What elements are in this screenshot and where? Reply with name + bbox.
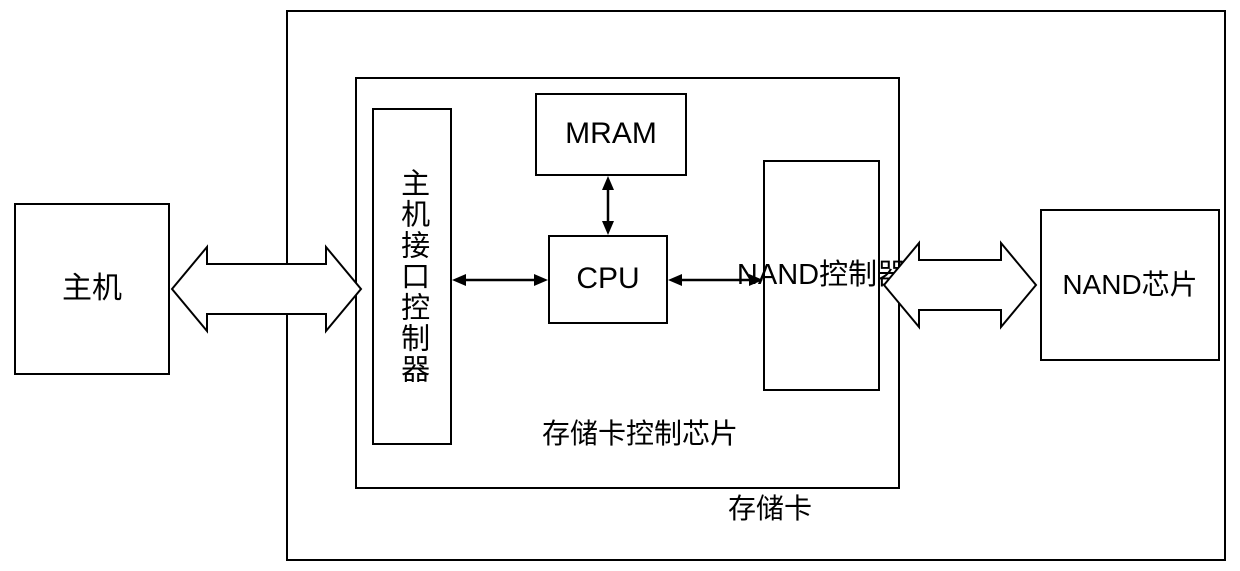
diagram-canvas: 主机 主机接口控制器 MRAM CPU NAND控制器 NAND芯片 存储卡控制… [0,0,1240,571]
cpu-label: CPU [576,262,640,296]
mram-label: MRAM [565,117,657,151]
host-interface-controller-text: 主机接口控制器 [396,168,429,385]
host-interface-controller-label: 主机接口控制器 [372,108,452,445]
controller-chip-caption: 存储卡控制芯片 [541,418,738,449]
memory-card-caption: 存储卡 [727,493,812,524]
host-interface-caption: 主机接口 [235,268,303,287]
host-label: 主机 [62,271,122,305]
nand-chip-label: NAND芯片 [1062,268,1198,300]
nand-controller-label: NAND控制器 [736,259,907,292]
